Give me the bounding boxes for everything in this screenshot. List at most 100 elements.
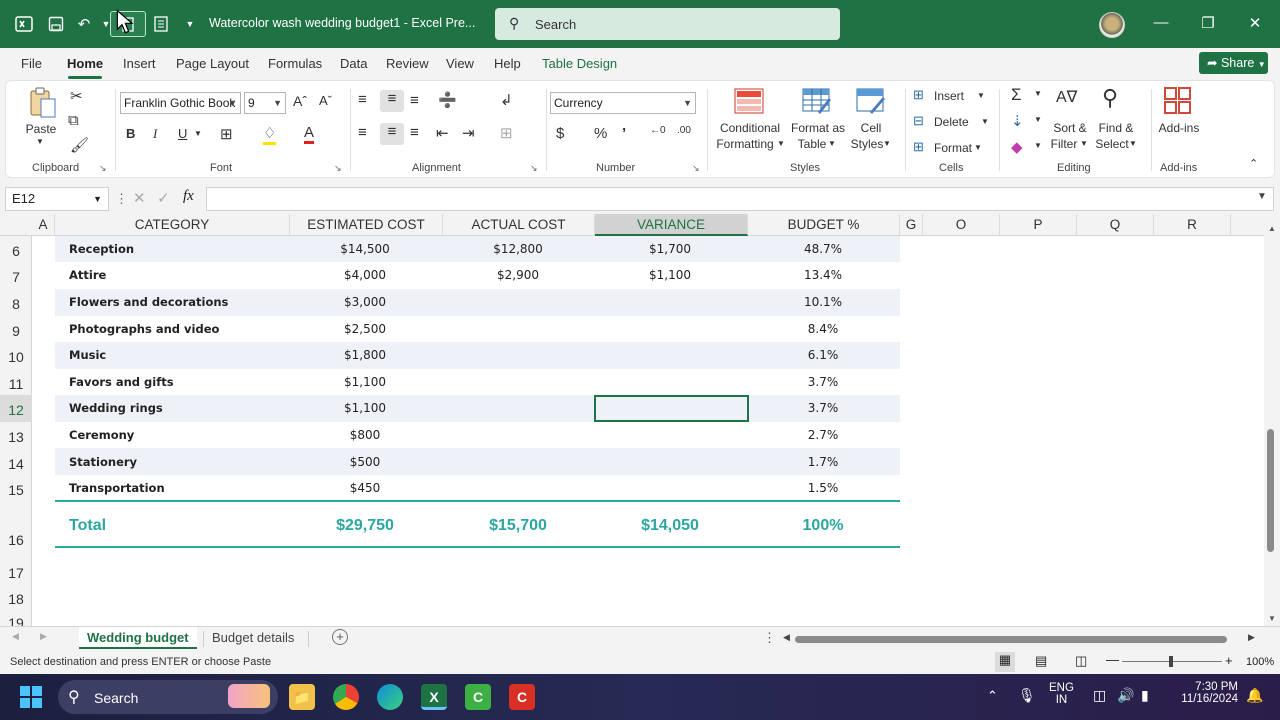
actual-cell[interactable]: $12,800 (443, 242, 593, 256)
budget-cell[interactable]: 3.7% (748, 401, 898, 415)
fill-color-icon[interactable]: ♢ (263, 124, 277, 145)
show-hidden-icons[interactable]: ⌃ (987, 688, 998, 704)
column-header[interactable]: CATEGORY (55, 214, 290, 236)
estimated-cell[interactable]: $2,500 (290, 322, 440, 336)
format-painter-icon[interactable]: 🖌 (70, 136, 89, 154)
paste-icon[interactable] (26, 87, 58, 119)
column-header[interactable]: A (32, 214, 55, 236)
normal-view-icon[interactable]: ▦ (995, 652, 1015, 672)
notifications-icon[interactable]: 🔔 (1246, 687, 1263, 704)
row-header[interactable]: 11 (0, 369, 32, 395)
add-sheet-icon[interactable]: + (332, 629, 348, 645)
clear-icon[interactable]: ◆ (1011, 138, 1023, 156)
search-input[interactable]: ⚲ Search (495, 8, 840, 40)
chevron-down-icon[interactable]: ▼ (1080, 139, 1088, 148)
align-center-icon[interactable]: ≡ (380, 123, 404, 145)
sheet-tab-budget-details[interactable]: Budget details (212, 630, 294, 645)
percent-format-button[interactable]: % (594, 125, 607, 142)
chevron-down-icon[interactable]: ▼ (1034, 115, 1042, 124)
borders-icon[interactable]: ⊞ (220, 125, 233, 143)
tab-table-design[interactable]: Table Design (542, 56, 617, 71)
currency-format-button[interactable]: $ (556, 125, 564, 142)
horizontal-scroll-thumb[interactable] (795, 636, 1227, 643)
underline-button[interactable]: U (178, 126, 187, 141)
customize-toolbar-icon[interactable]: ▼ (180, 14, 200, 34)
fill-icon[interactable]: ⇣ (1011, 112, 1024, 130)
insert-cells-icon[interactable]: ⊞ (913, 87, 924, 103)
column-header[interactable]: ESTIMATED COST (290, 214, 443, 236)
estimated-cell[interactable]: $1,100 (290, 375, 440, 389)
budget-cell[interactable]: 48.7% (748, 242, 898, 256)
chevron-down-icon[interactable]: ▼ (1034, 141, 1042, 150)
tab-file[interactable]: File (21, 56, 42, 71)
camtasia-green-icon[interactable]: C (465, 684, 491, 710)
row-header[interactable]: 18 (0, 584, 32, 611)
expand-formula-bar-icon[interactable]: ▼ (1257, 191, 1267, 202)
variance-cell[interactable]: $1,100 (595, 268, 745, 282)
delete-cells-icon[interactable]: ⊟ (913, 113, 924, 129)
tab-view[interactable]: View (446, 56, 474, 71)
paste-button[interactable]: Paste (21, 122, 61, 136)
cancel-icon[interactable]: ✕ (133, 189, 146, 207)
category-cell[interactable]: Wedding rings (69, 401, 163, 415)
chevron-down-icon[interactable]: ▼ (1129, 139, 1137, 148)
alignment-launcher-icon[interactable]: ↘ (530, 163, 538, 174)
zoom-level[interactable]: 100% (1246, 656, 1274, 668)
sort-filter-label-2[interactable]: Filter (1049, 137, 1079, 151)
column-header-selected[interactable]: VARIANCE (595, 214, 748, 236)
row-header[interactable]: 19 (0, 611, 32, 626)
share-button[interactable]: ➦ Share ▼ (1199, 52, 1268, 74)
tab-insert[interactable]: Insert (123, 56, 156, 71)
clipboard-launcher-icon[interactable]: ↘ (99, 163, 107, 174)
scroll-left-icon[interactable]: ◀ (783, 632, 790, 643)
format-as-table-label-1[interactable]: Format as (787, 121, 849, 135)
estimated-cell[interactable]: $500 (290, 455, 440, 469)
scroll-down-icon[interactable]: ▼ (1268, 614, 1276, 623)
column-header[interactable]: BUDGET % (748, 214, 900, 236)
decrease-decimal-icon[interactable]: .00 (677, 125, 691, 136)
row-header[interactable]: 16 (0, 502, 32, 558)
format-cells-button[interactable]: Format (934, 141, 972, 155)
column-header[interactable]: R (1154, 214, 1231, 236)
conditional-formatting-icon[interactable] (734, 88, 764, 118)
row-header[interactable]: 6 (0, 236, 32, 262)
font-launcher-icon[interactable]: ↘ (334, 163, 342, 174)
total-variance[interactable]: $14,050 (595, 517, 745, 535)
minimize-icon[interactable]: — (1151, 14, 1171, 34)
find-select-label-1[interactable]: Find & (1096, 121, 1136, 135)
column-header[interactable]: O (923, 214, 1000, 236)
budget-cell[interactable]: 3.7% (748, 375, 898, 389)
selected-cell[interactable] (594, 395, 749, 422)
column-header[interactable]: P (1000, 214, 1077, 236)
budget-cell[interactable]: 8.4% (748, 322, 898, 336)
tab-home[interactable]: Home (67, 56, 103, 71)
avatar[interactable] (1099, 12, 1125, 38)
zoom-out-icon[interactable]: — (1106, 652, 1119, 667)
total-budget[interactable]: 100% (748, 517, 898, 535)
category-cell[interactable]: Flowers and decorations (69, 295, 228, 309)
cell-styles-label-2[interactable]: Styles (849, 137, 885, 151)
chevron-down-icon[interactable]: ▼ (981, 117, 989, 126)
category-cell[interactable]: Favors and gifts (69, 375, 174, 389)
font-color-icon[interactable]: A (304, 124, 315, 144)
number-launcher-icon[interactable]: ↘ (692, 163, 700, 174)
comma-style-icon[interactable]: ’ (622, 125, 626, 142)
decrease-indent-icon[interactable]: ⇤ (436, 124, 449, 142)
total-label[interactable]: Total (69, 517, 106, 535)
autosum-icon[interactable]: Σ (1011, 85, 1022, 105)
windows-start-icon[interactable] (20, 686, 42, 711)
number-format-select[interactable]: Currency ▼ (550, 92, 696, 114)
calculator-icon[interactable] (151, 14, 171, 34)
chrome-icon[interactable] (333, 684, 359, 710)
bold-button[interactable]: B (126, 126, 135, 141)
chevron-down-icon[interactable]: ▼ (828, 139, 836, 148)
chevron-down-icon[interactable]: ▼ (974, 143, 982, 152)
copy-icon[interactable]: ⧉ (68, 112, 79, 129)
increase-decimal-icon[interactable]: ←0 (650, 125, 666, 136)
underline-dropdown-icon[interactable]: ▼ (194, 129, 202, 138)
row-header[interactable]: 13 (0, 422, 32, 449)
estimated-cell[interactable]: $14,500 (290, 242, 440, 256)
next-sheet-icon[interactable]: ▶ (40, 631, 47, 642)
category-cell[interactable]: Stationery (69, 455, 137, 469)
chevron-down-icon[interactable]: ▼ (1034, 89, 1042, 98)
